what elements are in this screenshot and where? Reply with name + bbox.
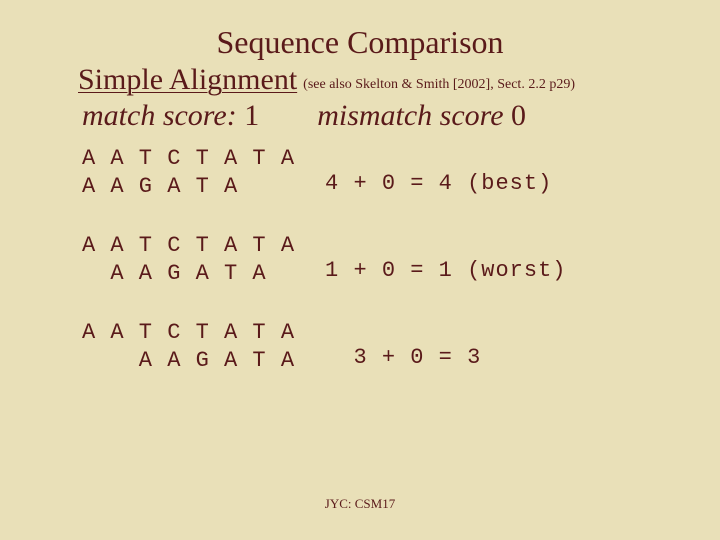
sequence-1: A A T C T A T A [82,319,295,347]
match-score: match score: 1 [82,99,259,133]
alignment-blocks: A A T C T A T A A A G A T A 4 + 0 = 4 (b… [82,145,680,374]
sequence-2: A A G A T A [82,347,295,375]
sequence-2: A A G A T A [82,173,295,201]
sequence-pair: A A T C T A T A A A G A T A [82,232,295,287]
subtitle: Simple Alignment [78,63,297,97]
sequence-1: A A T C T A T A [82,145,295,173]
sequence-2: A A G A T A [82,260,295,288]
score-result: 3 + 0 = 3 [325,345,481,370]
alignment-block: A A T C T A T A A A G A T A 3 + 0 = 3 [82,319,680,374]
footer-text: JYC: CSM17 [0,496,720,512]
alignment-block: A A T C T A T A A A G A T A 4 + 0 = 4 (b… [82,145,680,200]
alignment-row: A A T C T A T A A A G A T A 1 + 0 = 1 (w… [82,232,680,287]
sequence-pair: A A T C T A T A A A G A T A [82,319,295,374]
alignment-row: A A T C T A T A A A G A T A 4 + 0 = 4 (b… [82,145,680,200]
subtitle-row: Simple Alignment (see also Skelton & Smi… [78,63,680,97]
reference-text: (see also Skelton & Smith [2002], Sect. … [303,77,575,97]
score-result: 1 + 0 = 1 (worst) [325,258,566,283]
slide-title: Sequence Comparison [40,24,680,61]
sequence-pair: A A T C T A T A A A G A T A [82,145,295,200]
scores-row: match score: 1 mismatch score 0 [82,99,680,133]
alignment-row: A A T C T A T A A A G A T A 3 + 0 = 3 [82,319,680,374]
match-score-label: match score [82,99,227,132]
sequence-1: A A T C T A T A [82,232,295,260]
mismatch-score-label: mismatch score [317,99,503,132]
slide: Sequence Comparison Simple Alignment (se… [0,0,720,540]
mismatch-score-value: 0 [511,99,526,132]
match-score-value: 1 [244,99,259,132]
alignment-block: A A T C T A T A A A G A T A 1 + 0 = 1 (w… [82,232,680,287]
mismatch-score: mismatch score 0 [317,99,526,133]
score-result: 4 + 0 = 4 (best) [325,171,552,196]
